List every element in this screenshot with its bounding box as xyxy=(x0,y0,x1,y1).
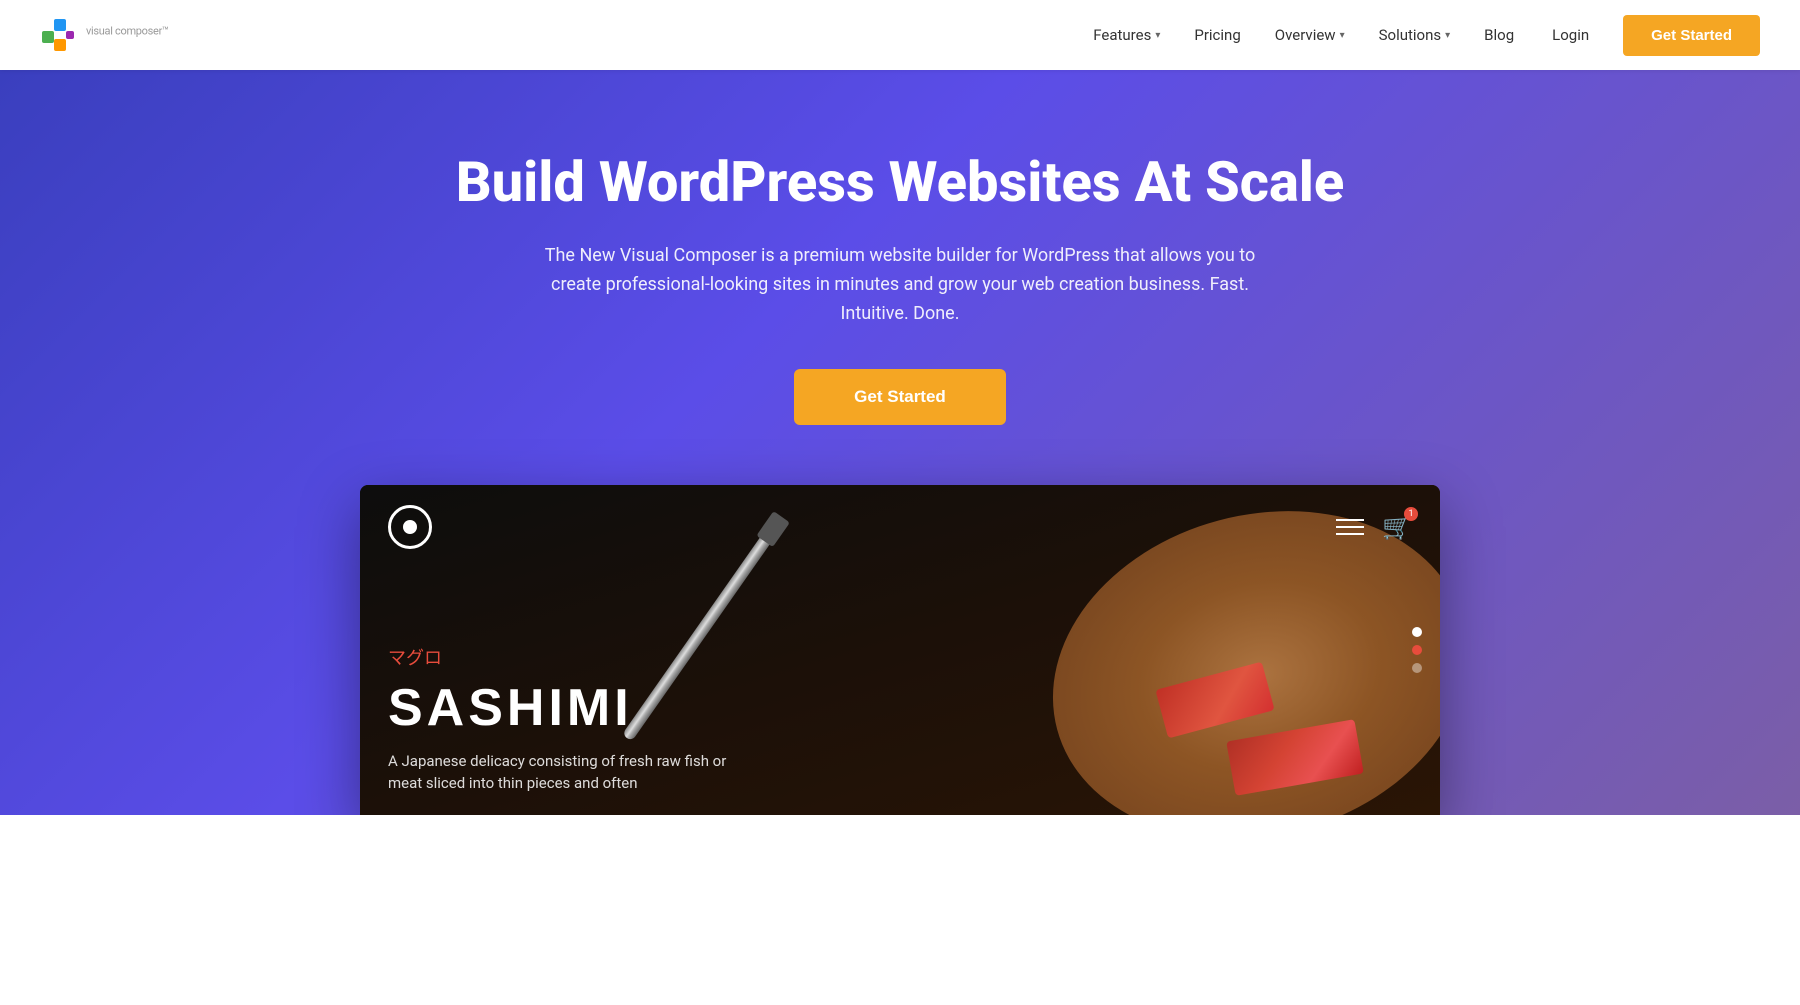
login-link[interactable]: Login xyxy=(1534,18,1607,52)
cart-icon: 🛒 1 xyxy=(1382,513,1412,541)
slider-dots xyxy=(1412,627,1422,673)
sashimi-japanese-text: マグロ xyxy=(388,644,1412,670)
preview-image: 🛒 1 マグロ SASHIMI A Japanese delicacy cons… xyxy=(360,485,1440,815)
hero-title: Build WordPress Websites At Scale xyxy=(450,150,1350,214)
hamburger-line xyxy=(1336,519,1364,521)
nav-item-features[interactable]: Features ▾ xyxy=(1079,18,1174,52)
sashimi-title: SASHIMI xyxy=(388,678,1412,738)
preview-top-right: 🛒 1 xyxy=(1336,513,1412,541)
nav-item-pricing[interactable]: Pricing xyxy=(1180,18,1254,52)
logo-text: visual composer™ xyxy=(86,23,169,47)
logo-icon xyxy=(40,17,76,53)
main-nav: Features ▾ Pricing Overview ▾ Solutions … xyxy=(1079,15,1760,56)
slider-dot-1[interactable] xyxy=(1412,627,1422,637)
nav-item-solutions[interactable]: Solutions ▾ xyxy=(1365,18,1465,52)
sashimi-description: A Japanese delicacy consisting of fresh … xyxy=(388,750,728,795)
nav-item-blog[interactable]: Blog xyxy=(1470,18,1528,52)
logo[interactable]: visual composer™ xyxy=(40,17,169,53)
nav-item-overview[interactable]: Overview ▾ xyxy=(1261,18,1359,52)
hero-preview: 🛒 1 マグロ SASHIMI A Japanese delicacy cons… xyxy=(360,485,1440,815)
preview-bottom-content: マグロ SASHIMI A Japanese delicacy consisti… xyxy=(388,644,1412,795)
preview-logo-inner xyxy=(403,520,417,534)
cart-badge: 1 xyxy=(1404,507,1418,521)
hero-subtitle: The New Visual Composer is a premium web… xyxy=(530,242,1270,328)
hero-section: Build WordPress Websites At Scale The Ne… xyxy=(0,70,1800,815)
chevron-down-icon: ▾ xyxy=(1340,30,1345,41)
preview-ui-overlay: 🛒 1 マグロ SASHIMI A Japanese delicacy cons… xyxy=(360,485,1440,815)
hero-cta-button[interactable]: Get Started xyxy=(794,369,1006,425)
hamburger-line xyxy=(1336,533,1364,535)
hamburger-line xyxy=(1336,526,1364,528)
slider-dot-2[interactable] xyxy=(1412,645,1422,655)
header-cta-button[interactable]: Get Started xyxy=(1623,15,1760,56)
hamburger-menu-icon xyxy=(1336,519,1364,535)
preview-top-bar: 🛒 1 xyxy=(388,505,1412,549)
header: visual composer™ Features ▾ Pricing Over… xyxy=(0,0,1800,70)
chevron-down-icon: ▾ xyxy=(1155,30,1160,41)
preview-logo-circle xyxy=(388,505,432,549)
slider-dot-3[interactable] xyxy=(1412,663,1422,673)
chevron-down-icon: ▾ xyxy=(1445,30,1450,41)
